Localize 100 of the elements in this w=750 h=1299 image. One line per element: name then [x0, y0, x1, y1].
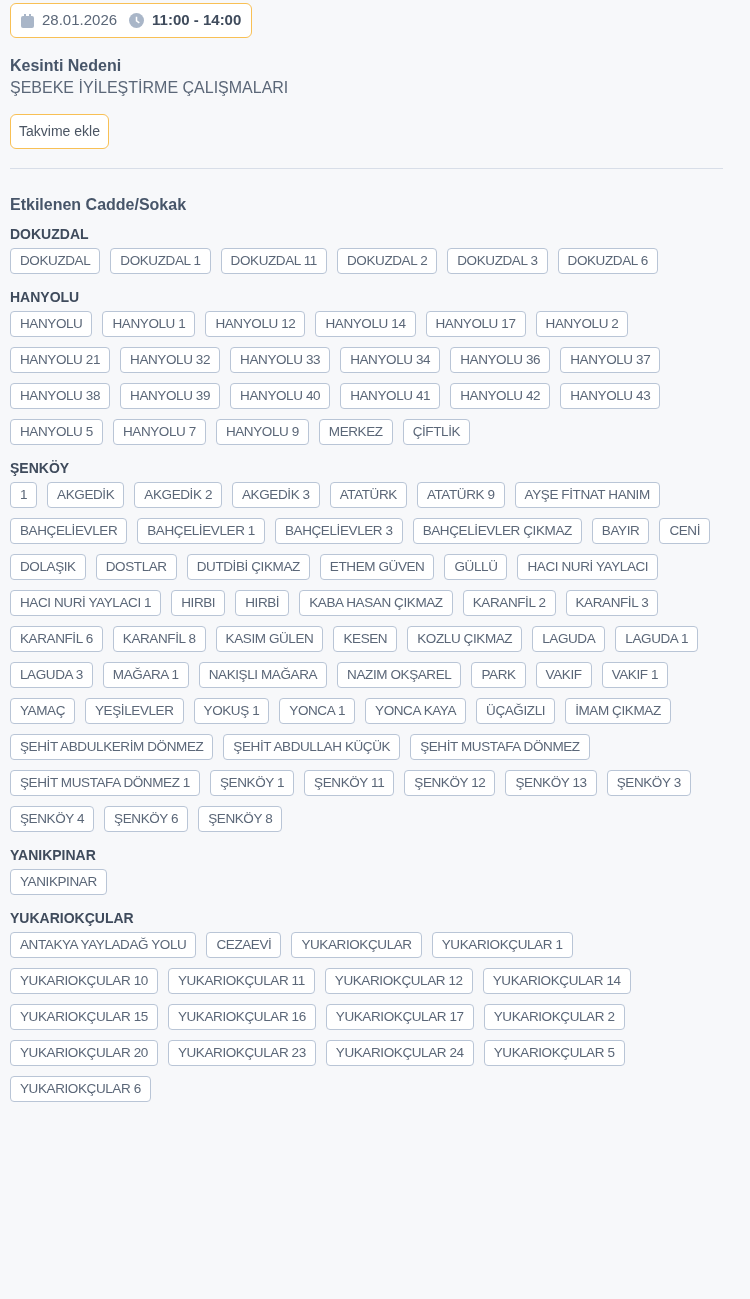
add-to-calendar-button[interactable]: Takvime ekle	[10, 114, 109, 149]
street-tag: ATATÜRK 9	[416, 482, 505, 508]
street-tag: HACI NURİ YAYLACI 1	[10, 590, 162, 616]
street-tag: HANYOLU 36	[450, 347, 551, 373]
street-tag: HANYOLU	[10, 311, 93, 337]
street-tag: ŞENKÖY 13	[505, 770, 597, 796]
street-tag: HANYOLU 33	[230, 347, 331, 373]
street-tag: HANYOLU 32	[120, 347, 221, 373]
street-tag: YUKARIOKÇULAR 11	[167, 968, 315, 994]
outage-time: 11:00 - 14:00	[152, 10, 242, 31]
street-tag: KARANFİL 8	[112, 626, 206, 652]
street-tag: DOKUZDAL 3	[447, 248, 548, 274]
street-tag: ANTAKYA YAYLADAĞ YOLU	[10, 932, 197, 958]
street-tag: CENİ	[659, 518, 711, 544]
street-tag: VAKIF 1	[601, 662, 669, 688]
street-tag: AKGEDİK 3	[232, 482, 320, 508]
street-tag: YEŞİLEVLER	[85, 698, 184, 724]
street-tag: ŞENKÖY 6	[104, 806, 189, 832]
street-tag: HANYOLU 1	[102, 311, 196, 337]
street-tag: ŞENKÖY 1	[210, 770, 295, 796]
street-tag: YANIKPINAR	[10, 869, 107, 895]
street-tag: AYŞE FİTNAT HANIM	[514, 482, 660, 508]
street-tag: AKGEDİK 2	[134, 482, 222, 508]
street-tag: ŞEHİT MUSTAFA DÖNMEZ 1	[10, 770, 200, 796]
district-name: DOKUZDAL	[10, 225, 90, 243]
street-tag: ŞENKÖY 12	[404, 770, 496, 796]
street-tag: HANYOLU 9	[215, 419, 309, 445]
street-tag: HANYOLU 39	[120, 383, 221, 409]
district-name: ŞENKÖY	[10, 459, 71, 477]
street-tag: PARK	[471, 662, 526, 688]
street-tag: HANYOLU 12	[205, 311, 306, 337]
street-tag: YUKARIOKÇULAR 23	[167, 1040, 316, 1066]
street-tag: ÜÇAĞIZLI	[476, 698, 556, 724]
street-tag: NAZIM OKŞAREL	[337, 662, 462, 688]
street-tag: HANYOLU 42	[450, 383, 551, 409]
street-tag: KABA HASAN ÇIKMAZ	[299, 590, 453, 616]
street-tag: ŞENKÖY 4	[10, 806, 95, 832]
street-tag: YUKARIOKÇULAR 2	[483, 1004, 625, 1030]
street-tag: HANYOLU 17	[425, 311, 526, 337]
clock-icon	[129, 13, 145, 28]
street-tag: BAHÇELİEVLER ÇIKMAZ	[412, 518, 582, 544]
street-tag: YUKARIOKÇULAR 10	[10, 968, 158, 994]
street-tag: NAKIŞLI MAĞARA	[198, 662, 328, 688]
street-tag: YUKARIOKÇULAR 6	[10, 1076, 151, 1102]
street-tag: DOKUZDAL	[10, 248, 101, 274]
street-tag: YOKUŞ 1	[193, 698, 270, 724]
street-tag: LAGUDA 3	[10, 662, 93, 688]
street-tag: YUKARIOKÇULAR 17	[325, 1004, 474, 1030]
street-tag: YUKARIOKÇULAR 5	[483, 1040, 625, 1066]
street-tag: HANYOLU 40	[230, 383, 331, 409]
street-tag: ŞEHİT MUSTAFA DÖNMEZ	[410, 734, 590, 760]
street-tag: HANYOLU 14	[315, 311, 416, 337]
street-tag: DOSTLAR	[95, 554, 177, 580]
street-tag: HANYOLU 5	[10, 419, 103, 445]
street-tag: KARANFİL 6	[10, 626, 103, 652]
street-tag: DOKUZDAL 11	[220, 248, 327, 274]
street-tag: HANYOLU 34	[340, 347, 441, 373]
street-tag: DUTDİBİ ÇIKMAZ	[186, 554, 310, 580]
street-tag: AKGEDİK	[47, 482, 125, 508]
street-tag: MAĞARA 1	[102, 662, 189, 688]
street-tag: ŞEHİT ABDULKERİM DÖNMEZ	[10, 734, 214, 760]
street-tag: HACI NURİ YAYLACI	[517, 554, 659, 580]
district-name: YUKARIOKÇULAR	[10, 909, 135, 927]
street-tag: CEZAEVİ	[206, 932, 282, 958]
street-tag: BAHÇELİEVLER	[10, 518, 128, 544]
calendar-icon	[21, 13, 34, 28]
street-tag: HANYOLU 41	[340, 383, 441, 409]
street-tag: BAHÇELİEVLER 3	[274, 518, 403, 544]
street-tag: YUKARIOKÇULAR 24	[325, 1040, 474, 1066]
street-tag: YUKARIOKÇULAR 16	[167, 1004, 316, 1030]
street-tag: YONCA KAYA	[365, 698, 467, 724]
street-tag: GÜLLÜ	[444, 554, 508, 580]
outage-date: 28.01.2026	[42, 10, 118, 31]
street-tag: LAGUDA	[532, 626, 606, 652]
street-tag: KASIM GÜLEN	[215, 626, 324, 652]
street-tag: HIRBI	[171, 590, 226, 616]
street-tag: DOKUZDAL 1	[110, 248, 211, 274]
street-tag: HANYOLU 2	[535, 311, 629, 337]
street-tag: HANYOLU 37	[560, 347, 661, 373]
street-tag: ÇİFTLİK	[402, 419, 471, 445]
street-tag: YAMAÇ	[10, 698, 75, 724]
reason-label: Kesinti Nedeni	[10, 56, 123, 76]
street-tag: HANYOLU 38	[10, 383, 111, 409]
street-tag: YUKARIOKÇULAR 12	[324, 968, 473, 994]
street-tag: BAHÇELİEVLER 1	[137, 518, 265, 544]
street-tag: MERKEZ	[318, 419, 393, 445]
street-tag: ATATÜRK	[329, 482, 407, 508]
street-tag: ŞENKÖY 8	[198, 806, 283, 832]
district-name: YANIKPINAR	[10, 846, 97, 864]
street-tag: ETHEM GÜVEN	[319, 554, 435, 580]
street-tag: YUKARIOKÇULAR 15	[10, 1004, 158, 1030]
street-tag: 1	[10, 482, 38, 508]
district-name: HANYOLU	[10, 288, 81, 306]
street-tag: HIRBİ	[235, 590, 290, 616]
street-tag: VAKIF	[535, 662, 592, 688]
affected-streets-title: Etkilenen Cadde/Sokak	[10, 195, 188, 215]
street-tag: KARANFİL 3	[565, 590, 659, 616]
street-tag: DOLAŞIK	[10, 554, 86, 580]
reason-value: ŞEBEKE İYİLEŞTİRME ÇALIŞMALARI	[10, 78, 290, 98]
street-tag: YUKARIOKÇULAR	[291, 932, 422, 958]
